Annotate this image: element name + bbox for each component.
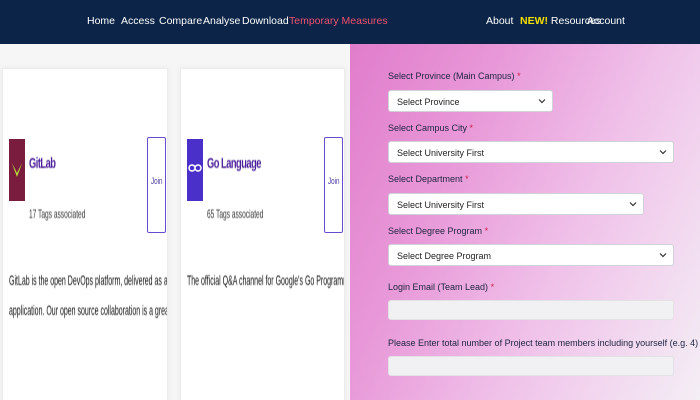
required-mark: * (484, 226, 489, 236)
card-description: The official Q&A channel for Google's Go… (187, 265, 344, 295)
degree-label-text: Select Degree Program (388, 226, 483, 236)
province-select[interactable]: Select Province (388, 90, 553, 112)
community-card-go[interactable]: Go Language 65 Tags associated Join The … (180, 68, 345, 400)
required-mark: * (465, 174, 469, 184)
province-label-text: Select Province (Main Campus) (388, 71, 515, 81)
email-label: Login Email (Team Lead) * (388, 282, 494, 292)
join-label: Join (328, 176, 340, 186)
nav-home[interactable]: Home (87, 15, 115, 27)
required-mark: * (517, 71, 521, 81)
card-tags-count: 65 Tags associated (207, 207, 264, 221)
members-label-text: Please Enter total number of Project tea… (388, 338, 699, 348)
degree-program-select[interactable]: Select Degree Program (388, 244, 674, 266)
required-mark: * (490, 282, 495, 292)
department-label: Select Department * (388, 174, 469, 184)
nav-about[interactable]: About (486, 15, 513, 27)
nav-analyse[interactable]: Analyse (203, 15, 240, 27)
card-description-line: application. Our open source collaborati… (9, 302, 167, 318)
join-button[interactable]: Join (147, 137, 166, 233)
degree-label: Select Degree Program * (388, 226, 488, 236)
city-select-value: Select University First (397, 148, 485, 158)
community-card-gitlab[interactable]: GitLab 17 Tags associated Join GitLab is… (2, 68, 168, 400)
nav-download[interactable]: Download (242, 15, 289, 27)
card-description-line: The official Q&A channel for Google's Go… (187, 272, 344, 288)
join-label: Join (151, 176, 163, 186)
department-label-text: Select Department (388, 174, 463, 184)
chevron-down-icon (659, 253, 667, 258)
department-select-value: Select University First (397, 200, 485, 210)
card-title: Go Language (207, 155, 261, 172)
chevron-down-icon (538, 99, 546, 104)
province-label: Select Province (Main Campus) * (388, 71, 521, 81)
nav-account[interactable]: Account (587, 15, 625, 27)
community-list: GitLab 17 Tags associated Join GitLab is… (0, 44, 350, 400)
gitlab-logo-icon (9, 139, 25, 201)
go-logo-icon (187, 139, 203, 201)
required-mark: * (469, 123, 474, 133)
department-select[interactable]: Select University First (388, 193, 644, 215)
card-tags-count: 17 Tags associated (29, 207, 86, 221)
join-button[interactable]: Join (324, 137, 343, 233)
campus-city-select[interactable]: Select University First (388, 141, 674, 163)
members-label: Please Enter total number of Project tea… (388, 338, 700, 348)
new-badge: NEW! (520, 15, 548, 27)
registration-form: Select Province (Main Campus) * Select P… (350, 44, 700, 400)
city-label-text: Select Campus City (388, 123, 468, 133)
chevron-down-icon (629, 202, 637, 207)
degree-select-value: Select Degree Program (397, 251, 492, 261)
nav-compare[interactable]: Compare (159, 15, 202, 27)
card-description-line: GitLab is the open DevOps platform, deli… (9, 272, 168, 288)
email-label-text: Login Email (Team Lead) (388, 282, 489, 292)
city-label: Select Campus City * (388, 123, 473, 133)
team-lead-email-input[interactable] (388, 300, 674, 320)
top-navbar: Home Access Compare Analyse Download Tem… (0, 0, 700, 44)
nav-access[interactable]: Access (121, 15, 155, 27)
province-select-value: Select Province (397, 97, 460, 107)
card-title: GitLab (29, 155, 56, 172)
chevron-down-icon (659, 150, 667, 155)
card-description: GitLab is the open DevOps platform, deli… (9, 265, 168, 325)
team-members-count-input[interactable] (388, 356, 674, 376)
nav-temporary-measures[interactable]: Temporary Measures (289, 15, 388, 27)
